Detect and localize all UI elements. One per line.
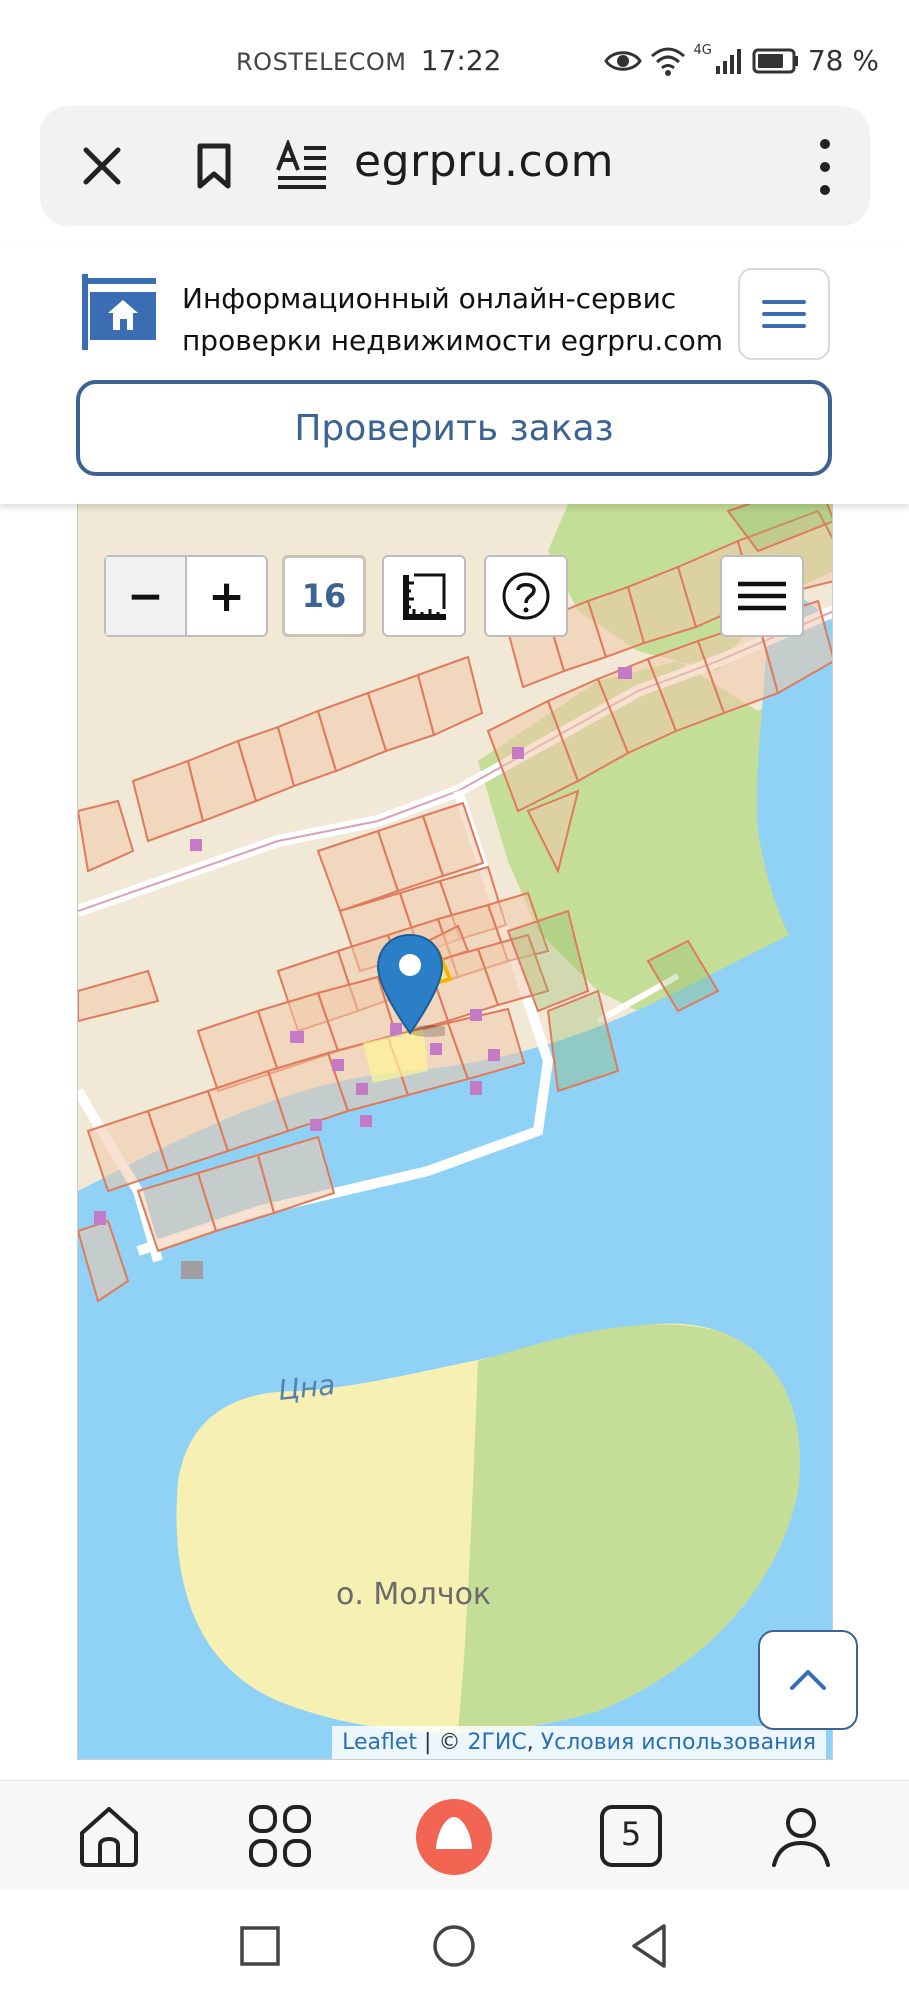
bookmark-icon[interactable] — [186, 138, 242, 194]
island-label: о. Молчок — [336, 1577, 492, 1612]
more-vert-icon[interactable] — [810, 136, 840, 198]
recent-apps-icon[interactable] — [230, 1916, 290, 1976]
ruler-icon — [403, 573, 446, 620]
back-icon[interactable] — [620, 1916, 680, 1976]
cadastral-map[interactable]: Адрес, кадастровый номер, у... − + 16 Цн… — [77, 430, 833, 1760]
chevron-up-icon — [790, 1670, 826, 1690]
leaflet-link[interactable]: Leaflet — [342, 1730, 417, 1755]
hamburger-icon — [738, 581, 786, 611]
location-pin-icon[interactable] — [375, 933, 445, 1037]
attribution-separator: | © — [417, 1730, 468, 1755]
house-logo-icon[interactable] — [80, 272, 158, 352]
site-title-line2: проверки недвижимости egrpru.com — [182, 324, 724, 357]
measure-button[interactable] — [382, 555, 466, 637]
home-icon[interactable] — [74, 1801, 144, 1871]
status-icons: 4G 78 % — [603, 43, 879, 77]
profile-icon[interactable] — [766, 1801, 836, 1871]
close-icon[interactable] — [74, 138, 130, 194]
site-title-line1: Информационный онлайн-сервис — [182, 282, 677, 315]
help-circle-icon — [502, 572, 550, 620]
carrier-name: ROSTELECOM — [236, 48, 407, 76]
network-type: 4G — [693, 43, 712, 58]
signal-icon — [715, 48, 741, 74]
home-circle-icon[interactable] — [424, 1916, 484, 1976]
browser-bottom-nav: 5 — [0, 1780, 909, 1891]
apps-grid-icon[interactable] — [245, 1801, 315, 1871]
help-button[interactable] — [484, 555, 568, 637]
zoom-level-indicator: 16 — [282, 555, 366, 637]
terms-link[interactable]: Условия использования — [541, 1730, 816, 1755]
tabs-button[interactable]: 5 — [596, 1801, 666, 1871]
zoom-out-button[interactable]: − — [106, 557, 187, 635]
site-title: Информационный онлайн-сервис проверки не… — [182, 278, 723, 362]
reader-mode-icon[interactable] — [276, 140, 330, 192]
zoom-control: − + — [104, 555, 268, 637]
layers-menu-button[interactable] — [720, 555, 804, 637]
river-label: Цна — [276, 1368, 337, 1407]
clock: 17:22 — [420, 44, 502, 77]
map-attribution: Leaflet | © 2ГИС, Условия использования — [332, 1726, 826, 1759]
wifi-icon — [650, 47, 685, 76]
battery-icon — [752, 48, 798, 73]
parcel-number-label — [181, 1261, 203, 1279]
scroll-to-top-button[interactable] — [758, 1630, 858, 1730]
alice-icon[interactable] — [414, 1797, 494, 1877]
provider-link[interactable]: 2ГИС — [467, 1730, 526, 1755]
status-carrier-time: ROSTELECOM 17:22 — [236, 44, 501, 77]
hamburger-menu-button[interactable] — [738, 268, 830, 360]
check-order-button[interactable]: Проверить заказ — [76, 380, 832, 476]
url-text[interactable]: egrpru.com — [354, 136, 614, 187]
browser-address-bar: egrpru.com — [40, 106, 870, 226]
system-nav-bar — [0, 1890, 909, 2000]
eye-icon — [603, 50, 642, 71]
zoom-in-button[interactable]: + — [187, 557, 266, 635]
site-header: Информационный онлайн-сервис проверки не… — [0, 248, 909, 504]
tabs-count: 5 — [620, 1815, 642, 1853]
hamburger-icon — [762, 300, 806, 328]
battery-percent: 78 % — [807, 44, 879, 77]
status-bar: ROSTELECOM 17:22 4G 78 % — [0, 0, 909, 110]
